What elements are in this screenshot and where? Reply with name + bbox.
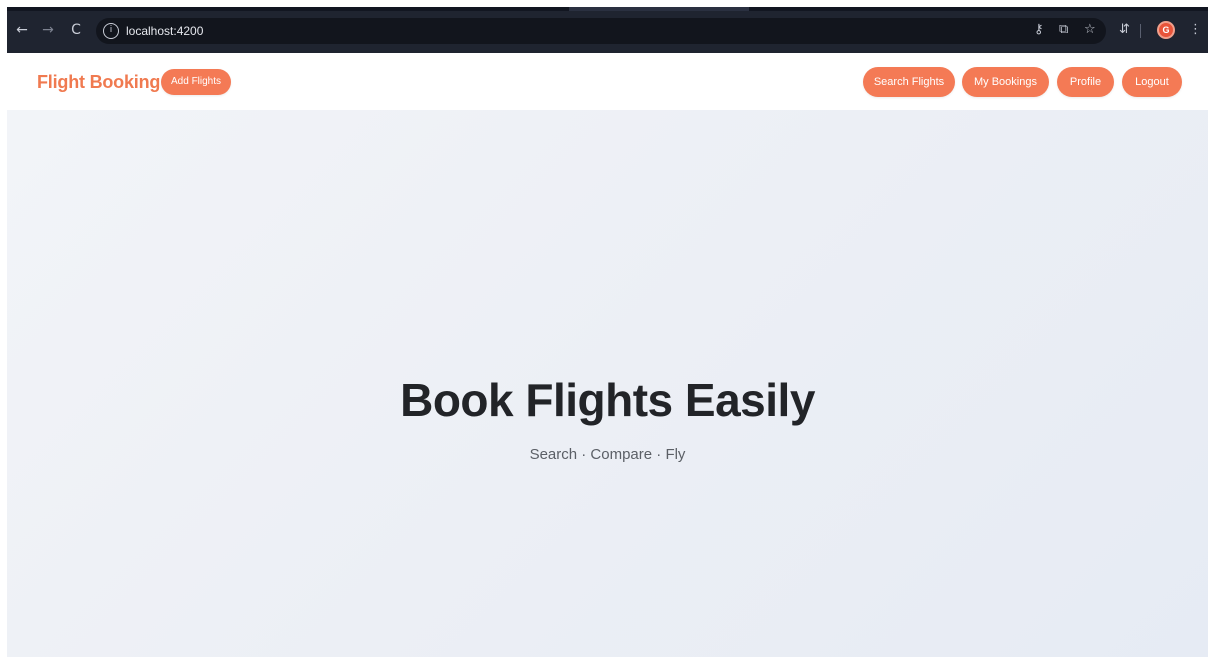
brand-logo[interactable]: Flight Booking <box>37 72 160 93</box>
profile-avatar-icon[interactable]: G <box>1157 21 1175 39</box>
my-bookings-button[interactable]: My Bookings <box>962 67 1049 97</box>
reload-icon[interactable]: C <box>67 21 85 39</box>
extensions-puzzle-icon[interactable]: ⇵ <box>1119 22 1130 38</box>
tab-strip <box>7 7 1208 11</box>
hero-section: Book Flights Easily Search · Compare · F… <box>7 110 1208 657</box>
url-text[interactable]: localhost:4200 <box>126 24 203 38</box>
site-info-icon[interactable]: i <box>103 23 119 39</box>
app-header: Flight Booking Add Flights Search Flight… <box>7 53 1208 110</box>
search-flights-button[interactable]: Search Flights <box>863 67 955 97</box>
browser-menu-icon[interactable]: ⋮ <box>1189 22 1202 38</box>
forward-arrow-icon[interactable]: → <box>39 21 57 39</box>
profile-button[interactable]: Profile <box>1057 67 1114 97</box>
browser-toolbar: ← → C i localhost:4200 ⚷ ⧉ ☆ ⇵ G ⋮ <box>7 7 1208 53</box>
hero-title: Book Flights Easily <box>400 374 815 426</box>
translate-icon[interactable]: ⧉ <box>1059 22 1068 38</box>
browser-window: ← → C i localhost:4200 ⚷ ⧉ ☆ ⇵ G ⋮ Fligh… <box>7 7 1208 657</box>
logout-button[interactable]: Logout <box>1122 67 1182 97</box>
back-arrow-icon[interactable]: ← <box>13 21 31 39</box>
add-flights-button[interactable]: Add Flights <box>161 69 232 95</box>
hero-subtitle: Search · Compare · Fly <box>529 446 686 463</box>
toolbar-divider <box>1140 24 1141 38</box>
address-bar[interactable]: i localhost:4200 <box>96 18 1106 44</box>
bookmark-star-icon[interactable]: ☆ <box>1084 22 1096 38</box>
active-tab-edge[interactable] <box>569 7 749 11</box>
password-key-icon[interactable]: ⚷ <box>1034 22 1044 38</box>
